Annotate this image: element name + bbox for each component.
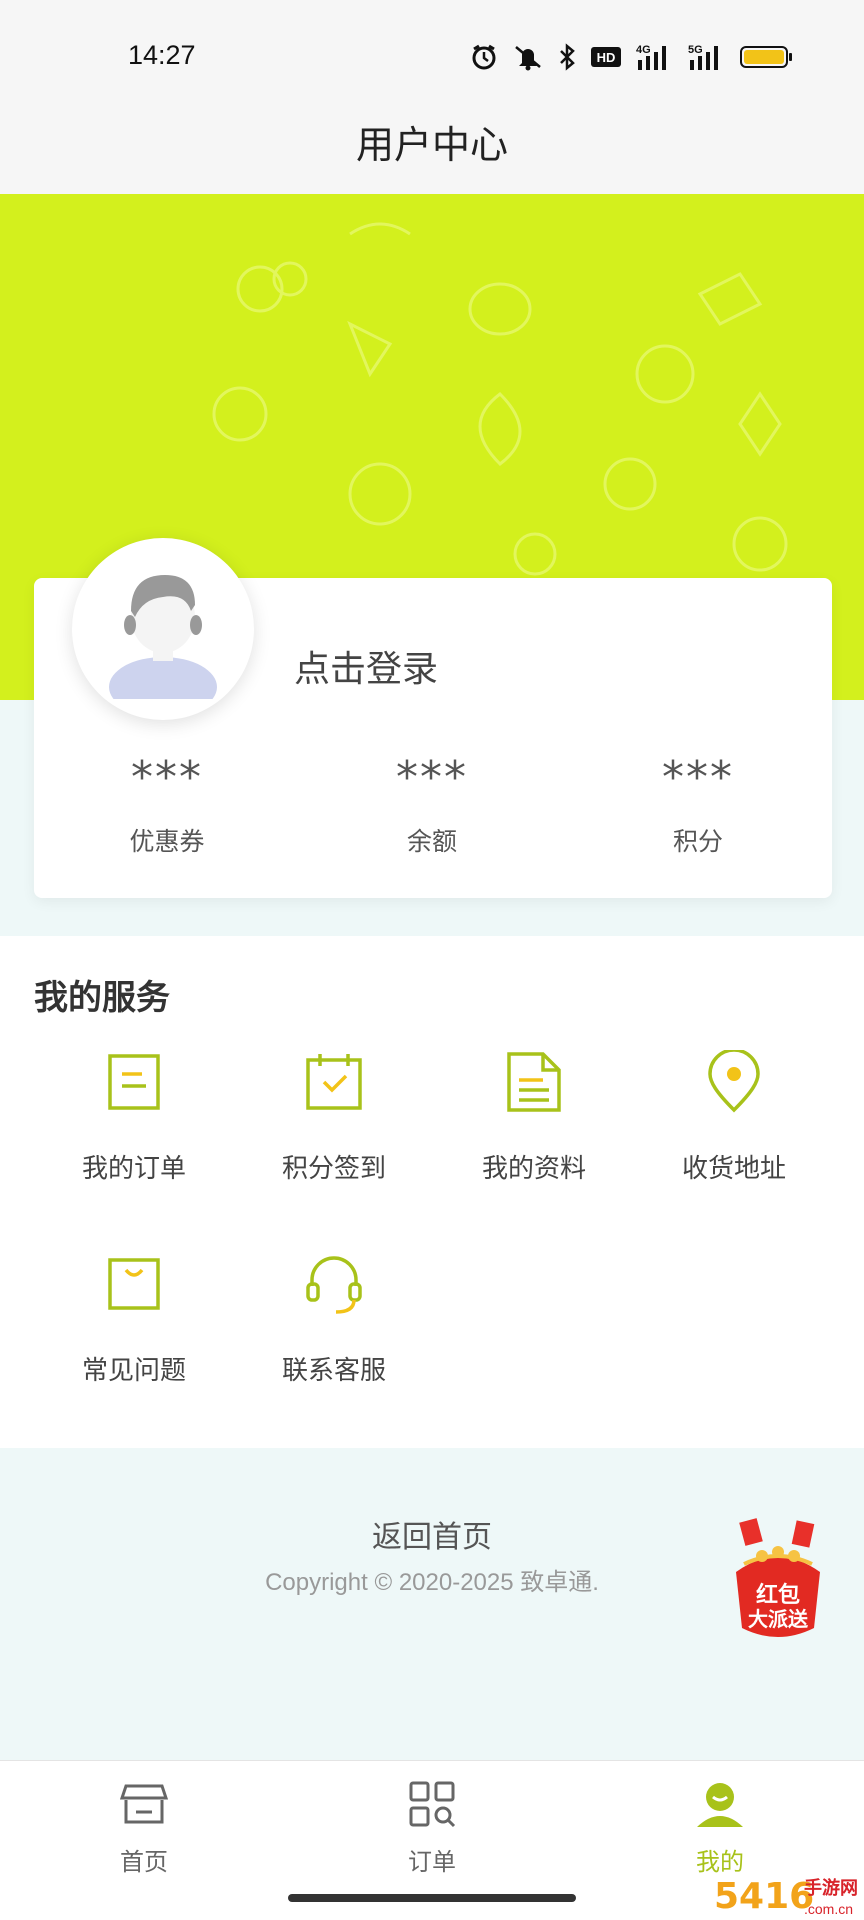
bag-icon	[34, 1248, 234, 1320]
red-packet-icon: 红包 大派送	[736, 1518, 820, 1637]
signal-4g-icon: 4G	[636, 42, 674, 76]
svg-text:5416: 5416	[714, 1876, 814, 1917]
service-label: 收货地址	[681, 1154, 786, 1184]
svg-text:5G: 5G	[688, 44, 703, 56]
tab-me[interactable]: 我的	[640, 1776, 800, 1877]
store-icon	[64, 1776, 224, 1832]
avatar[interactable]	[72, 538, 254, 720]
stat-value: ***	[396, 752, 468, 803]
stat-label: 优惠券	[129, 827, 205, 856]
stat-value: ***	[131, 752, 203, 803]
battery-icon	[740, 44, 794, 74]
stat-points[interactable]: *** 积分	[598, 752, 798, 858]
mute-icon	[512, 43, 544, 75]
home-indicator[interactable]	[288, 1894, 576, 1902]
page-title: 用户中心	[355, 123, 508, 167]
login-link[interactable]: 点击登录	[294, 640, 438, 692]
service-label: 积分签到	[281, 1154, 386, 1184]
tab-home[interactable]: 首页	[64, 1776, 224, 1877]
svg-text:红包: 红包	[756, 1582, 800, 1608]
svg-text:4G: 4G	[636, 44, 651, 56]
service-customer-support[interactable]: 联系客服	[234, 1248, 434, 1387]
red-packet-promo[interactable]: 红包 大派送	[722, 1516, 834, 1644]
service-label: 我的资料	[481, 1154, 586, 1184]
tab-orders[interactable]: 订单	[352, 1776, 512, 1877]
svg-text:手游网: 手游网	[804, 1877, 858, 1899]
svg-text:大派送: 大派送	[748, 1607, 809, 1631]
order-icon	[34, 1046, 234, 1118]
grid-search-icon	[352, 1776, 512, 1832]
default-avatar-icon	[109, 575, 217, 699]
calendar-check-icon	[234, 1046, 434, 1118]
stat-label: 积分	[672, 827, 723, 856]
service-faq[interactable]: 常见问题	[34, 1248, 234, 1387]
headset-icon	[234, 1248, 434, 1320]
tab-label: 订单	[408, 1848, 456, 1876]
watermark-logo: 5416 手游网 .com.cn	[712, 1868, 864, 1920]
bluetooth-icon	[558, 43, 576, 75]
service-label: 联系客服	[281, 1356, 386, 1386]
service-label: 常见问题	[81, 1356, 186, 1386]
alarm-icon	[470, 43, 498, 75]
service-my-orders[interactable]: 我的订单	[34, 1046, 234, 1185]
service-checkin[interactable]: 积分签到	[234, 1046, 434, 1185]
location-pin-icon	[634, 1046, 834, 1118]
stat-value: ***	[662, 752, 734, 803]
tab-label: 首页	[120, 1848, 168, 1876]
service-label: 我的订单	[81, 1154, 186, 1184]
stat-balance[interactable]: *** 余额	[332, 752, 532, 858]
svg-text:HD: HD	[597, 50, 616, 65]
services-title: 我的服务	[34, 978, 170, 1018]
document-icon	[434, 1046, 634, 1118]
service-address[interactable]: 收货地址	[634, 1046, 834, 1185]
hd-icon: HD	[590, 45, 622, 73]
service-my-profile[interactable]: 我的资料	[434, 1046, 634, 1185]
signal-5g-icon: 5G	[688, 42, 726, 76]
svg-text:.com.cn: .com.cn	[804, 1901, 853, 1917]
stat-coupons[interactable]: *** 优惠券	[67, 752, 267, 858]
stat-label: 余额	[406, 827, 457, 856]
status-time: 14:27	[128, 40, 196, 70]
user-icon	[640, 1776, 800, 1832]
status-icons: HD 4G 5G	[470, 42, 794, 76]
